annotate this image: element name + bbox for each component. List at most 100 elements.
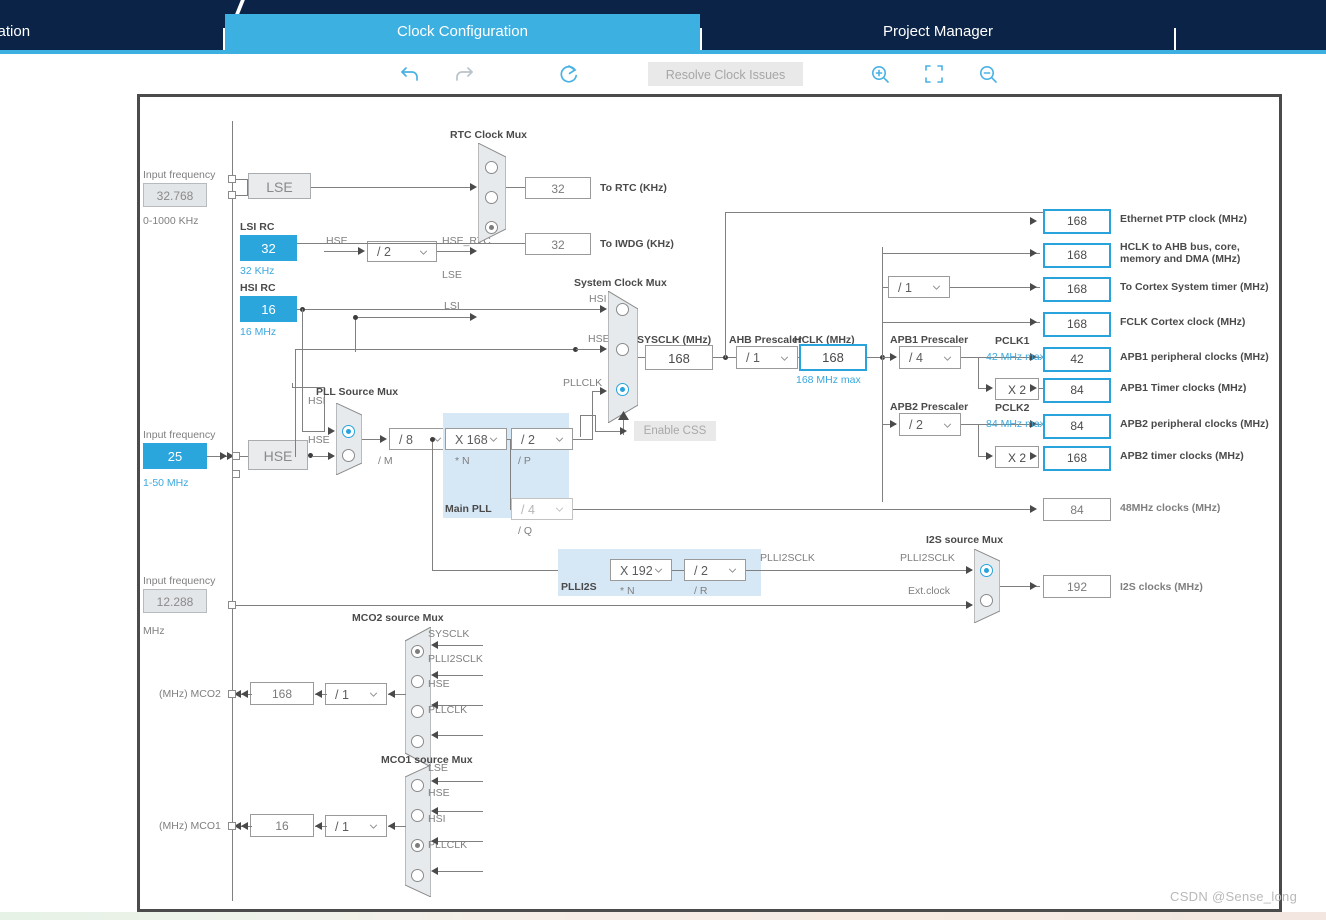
- to-rtc-value[interactable]: 32: [525, 177, 591, 199]
- clock-output-value-6[interactable]: 84: [1043, 414, 1111, 439]
- hsi-rc-value[interactable]: 16: [240, 296, 297, 322]
- hclk-max-label: 168 MHz max: [796, 374, 861, 386]
- rtc-mux-option-lsi[interactable]: [485, 221, 498, 234]
- enable-css-button[interactable]: Enable CSS: [634, 421, 716, 441]
- clock-output-value-5[interactable]: 84: [1043, 378, 1111, 403]
- sysmux-option-hse[interactable]: [616, 343, 629, 356]
- apb2-prescaler-select[interactable]: / 2: [899, 413, 961, 436]
- to-iwdg-value[interactable]: 32: [525, 233, 591, 255]
- chevron-down-icon: [369, 692, 378, 697]
- mco2-mux-option-hse[interactable]: [411, 705, 424, 718]
- mco1-value[interactable]: 16: [250, 814, 314, 837]
- undo-icon[interactable]: [398, 62, 422, 86]
- clock-output-value-1[interactable]: 168: [1043, 243, 1111, 268]
- rtc-mux-option-lse[interactable]: [485, 191, 498, 204]
- tab-project-manager[interactable]: Project Manager: [702, 14, 1174, 50]
- mco2-pin[interactable]: [228, 690, 236, 698]
- clock-output-value-2[interactable]: 168: [1043, 277, 1111, 302]
- mco1-divider-select[interactable]: / 1: [325, 815, 387, 837]
- lse-input-frequency-field[interactable]: 32.768: [143, 183, 207, 207]
- css-input-wire: [595, 431, 623, 432]
- clock-tree-canvas[interactable]: Input frequency 32.768 0-1000 KHz LSE HS…: [137, 94, 1282, 912]
- lsi-rc-value[interactable]: 32: [240, 235, 297, 261]
- mco2-mux-option-sysclk[interactable]: [411, 645, 424, 658]
- hse-pin-2[interactable]: [232, 470, 240, 478]
- system-clock-mux[interactable]: [608, 291, 638, 423]
- sysclk-value[interactable]: 168: [645, 345, 713, 370]
- pll-source-mux[interactable]: [336, 403, 362, 475]
- redo-icon[interactable]: [452, 62, 476, 86]
- to-rtc-label: To RTC (KHz): [600, 182, 667, 194]
- resolve-clock-issues-button[interactable]: Resolve Clock Issues: [648, 62, 803, 86]
- mco2-divider-select[interactable]: / 1: [325, 683, 387, 705]
- i2s-input-frequency-field[interactable]: 12.288: [143, 589, 207, 613]
- mco1-mux-option-pllclk[interactable]: [411, 869, 424, 882]
- sysmux-option-pllclk[interactable]: [616, 383, 629, 396]
- lse-to-rtcmux-arrow: [470, 183, 477, 191]
- pll-n-select[interactable]: X 168: [445, 428, 507, 450]
- apb2-prescaler-value: / 2: [909, 418, 923, 432]
- pll-mux-option-hsi[interactable]: [342, 425, 355, 438]
- plli2s-r-select[interactable]: / 2: [684, 559, 746, 581]
- clock-output-value-8[interactable]: 84: [1043, 498, 1111, 521]
- tab-tools[interactable]: [1176, 14, 1326, 50]
- pll-q-select[interactable]: / 4: [511, 498, 573, 520]
- tab-clock-configuration[interactable]: Clock Configuration: [225, 14, 700, 50]
- i2s-mux-option-extclock[interactable]: [980, 594, 993, 607]
- rtc-mux-option-hse-rtc[interactable]: [485, 161, 498, 174]
- hclk-value[interactable]: 168: [799, 344, 867, 371]
- hse-input-frequency-field[interactable]: 25: [143, 443, 207, 469]
- reset-icon[interactable]: [557, 62, 581, 86]
- mco1-mux-option-hse[interactable]: [411, 809, 424, 822]
- hsi-to-pllmux-wire: [302, 431, 324, 432]
- i2s-input-pin[interactable]: [228, 601, 236, 609]
- plli2sclk-wire: [746, 570, 972, 571]
- mco2-plli2sclk-arrow: [431, 671, 438, 679]
- mco2-plli2sclk-in-wire: [433, 675, 483, 676]
- clock-output-value-3[interactable]: 168: [1043, 312, 1111, 337]
- i2s-source-mux-title: I2S source Mux: [926, 534, 1004, 546]
- apb2-prescaler-label: APB2 Prescaler: [890, 401, 969, 413]
- zoom-in-icon[interactable]: [868, 62, 892, 86]
- hse-oscillator-block[interactable]: HSE: [248, 440, 308, 470]
- pll-p-select[interactable]: / 2: [511, 428, 573, 450]
- clock-output-label-line-1: memory and DMA (MHz): [1120, 252, 1241, 265]
- plli2s-r-label: / R: [694, 585, 708, 597]
- lse-oscillator-block[interactable]: LSE: [248, 173, 311, 199]
- clock-output-value-0[interactable]: 168: [1043, 209, 1111, 234]
- i2s-source-mux[interactable]: [974, 549, 1000, 623]
- tab-pinout-configuration[interactable]: nfiguration: [0, 14, 225, 50]
- fit-screen-icon[interactable]: [922, 62, 946, 86]
- mco2-mux-option-pllclk[interactable]: [411, 735, 424, 748]
- mco2-pin-arrow-1: [241, 690, 248, 698]
- hse-riser-to-sysmux: [295, 349, 296, 457]
- ahb-prescaler-select[interactable]: / 1: [736, 346, 798, 369]
- i2s-mux-option-plli2sclk[interactable]: [980, 564, 993, 577]
- pll-p-value: / 2: [521, 433, 535, 447]
- clock-output-value-4[interactable]: 42: [1043, 347, 1111, 372]
- mco2-source-mux[interactable]: [405, 627, 431, 767]
- lse-pin-2[interactable]: [228, 191, 236, 199]
- zoom-out-icon[interactable]: [976, 62, 1000, 86]
- css-input-branch-v: [580, 415, 581, 437]
- plli2s-n-select[interactable]: X 192: [610, 559, 672, 581]
- mco1-mux-option-lse[interactable]: [411, 779, 424, 792]
- mco2-mux-option-plli2sclk[interactable]: [411, 675, 424, 688]
- cortex-prescaler-select[interactable]: / 1: [888, 276, 950, 298]
- hse-rtc-divider-select[interactable]: / 2: [367, 241, 437, 262]
- hse-pin-1[interactable]: [232, 452, 240, 460]
- mco2-value[interactable]: 168: [250, 682, 314, 705]
- mco1-source-mux[interactable]: [405, 765, 431, 897]
- mco1-pin[interactable]: [228, 822, 236, 830]
- rtc-clock-mux[interactable]: [478, 143, 506, 243]
- apb1-prescaler-select[interactable]: / 4: [899, 346, 961, 369]
- pll-mux-option-hse[interactable]: [342, 449, 355, 462]
- pll-m-select[interactable]: / 8: [389, 428, 451, 450]
- pll-m-value: / 8: [399, 433, 413, 447]
- lse-pin-1[interactable]: [228, 175, 236, 183]
- mco1-mux-option-hsi[interactable]: [411, 839, 424, 852]
- i2s-clocks-value[interactable]: 192: [1043, 575, 1111, 598]
- hse-to-pllmux-arrow: [328, 452, 335, 460]
- sysmux-option-hsi[interactable]: [616, 303, 629, 316]
- clock-output-value-7[interactable]: 168: [1043, 446, 1111, 471]
